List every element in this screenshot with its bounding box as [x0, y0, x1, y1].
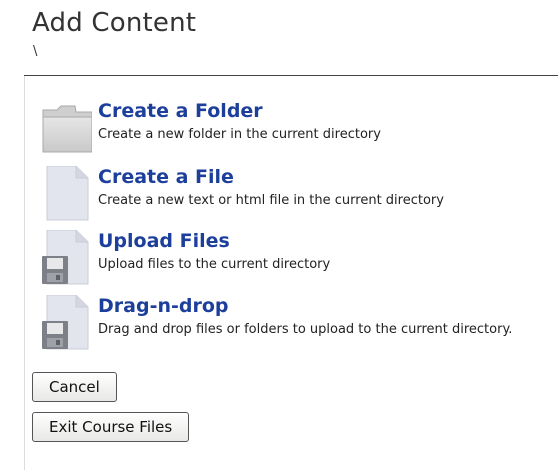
drag-n-drop-link[interactable]: Drag-n-drop	[98, 295, 229, 317]
cancel-button[interactable]: Cancel	[32, 372, 117, 402]
create-folder-description: Create a new folder in the current direc…	[98, 127, 381, 142]
left-border	[24, 76, 25, 470]
upload-disk-icon	[42, 229, 92, 286]
create-file-description: Create a new text or html file in the cu…	[98, 193, 444, 208]
drag-n-drop-description: Drag and drop files or folders to upload…	[98, 322, 513, 337]
drag-drop-disk-icon	[42, 294, 92, 351]
file-icon	[42, 165, 92, 222]
upload-files-link[interactable]: Upload Files	[98, 230, 230, 252]
current-path: \	[33, 44, 38, 59]
create-folder-link[interactable]: Create a Folder	[98, 100, 263, 122]
create-file-link[interactable]: Create a File	[98, 166, 234, 188]
upload-files-description: Upload files to the current directory	[98, 257, 331, 272]
header-divider	[24, 75, 558, 76]
exit-course-files-button[interactable]: Exit Course Files	[32, 412, 190, 442]
folder-icon	[42, 100, 93, 156]
page-title: Add Content	[32, 8, 197, 38]
